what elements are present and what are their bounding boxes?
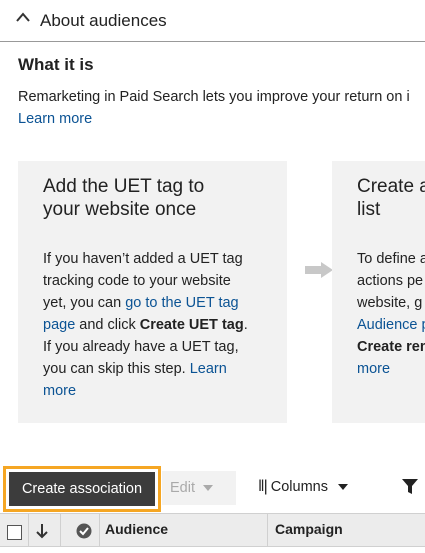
card-learn-more-link[interactable]: more: [357, 358, 425, 380]
what-it-is-heading: What it is: [18, 55, 94, 74]
card-body: To define a actions pe website, g Audien…: [357, 248, 425, 380]
create-remarketing-text: Create rem: [357, 339, 425, 355]
column-divider: [99, 514, 100, 546]
card-title: Add the UET tag to your website once: [43, 175, 204, 221]
column-header-campaign[interactable]: Campaign: [275, 521, 343, 537]
card-title: Create a list: [357, 175, 425, 221]
column-divider: [28, 514, 29, 546]
create-association-button[interactable]: Create association: [9, 472, 155, 506]
card-body-text: you can skip this step.: [43, 361, 190, 377]
create-association-highlight: Create association: [3, 466, 161, 512]
card-body-text: and click: [75, 317, 140, 333]
card-body-text: yet, you can: [43, 295, 126, 311]
uet-tag-page-link-cont[interactable]: page: [43, 317, 75, 333]
sort-descending-icon[interactable]: [36, 523, 48, 539]
card-body-line: page and click Create UET tag.: [43, 314, 248, 336]
card-title-line: Create a: [357, 176, 425, 197]
learn-more-link[interactable]: Learn more: [18, 111, 92, 127]
card-title-line: Add the UET tag to: [43, 176, 205, 197]
card-body-line: website, g: [357, 295, 423, 311]
card-title-line: your website once: [43, 199, 197, 220]
grid-header: [0, 513, 425, 547]
columns-button[interactable]: ‖| Columns: [258, 478, 348, 496]
arrow-right-icon: [305, 262, 333, 278]
section-description: Remarketing in Paid Search lets you impr…: [18, 89, 410, 105]
card-body-line: actions pe: [357, 273, 424, 289]
card-body-line: you can skip this step. Learn: [43, 358, 248, 380]
column-divider: [267, 514, 268, 546]
card-body-line: If you haven’t added a UET tag: [43, 251, 243, 267]
status-check-icon: [76, 523, 92, 539]
card-title-line: list: [357, 199, 381, 220]
edit-button[interactable]: Edit: [162, 471, 236, 505]
section-title[interactable]: About audiences: [40, 11, 167, 31]
columns-icon: ‖|: [258, 478, 268, 495]
chevron-down-icon: [203, 485, 213, 491]
card-body-text: .: [243, 317, 248, 333]
column-divider: [60, 514, 61, 546]
edit-button-label: Edit: [170, 480, 195, 496]
columns-button-label: Columns: [270, 479, 328, 495]
card-body-line: If you already have a UET tag,: [43, 339, 239, 355]
filter-icon[interactable]: [402, 479, 418, 495]
card-learn-more-link-cont[interactable]: more: [43, 383, 76, 399]
card-body-line: tracking code to your website: [43, 273, 231, 289]
uet-tag-page-link[interactable]: go to the UET tag: [125, 295, 238, 311]
uet-tag-card: Add the UET tag to your website once If …: [18, 161, 287, 423]
card-learn-more-link[interactable]: Learn: [190, 361, 227, 377]
audience-page-link[interactable]: Audience p: [357, 314, 425, 336]
chevron-down-icon: [337, 484, 348, 490]
card-body-line: To define a: [357, 251, 425, 267]
create-list-card: Create a list To define a actions pe web…: [332, 161, 425, 423]
create-uet-tag-text: Create UET tag: [139, 317, 244, 333]
select-all-checkbox[interactable]: [7, 525, 22, 540]
chevron-up-icon[interactable]: [16, 12, 30, 22]
column-header-audience[interactable]: Audience: [105, 521, 168, 537]
card-body-line: yet, you can go to the UET tag: [43, 292, 248, 314]
card-body: If you haven’t added a UET tag tracking …: [43, 248, 248, 402]
